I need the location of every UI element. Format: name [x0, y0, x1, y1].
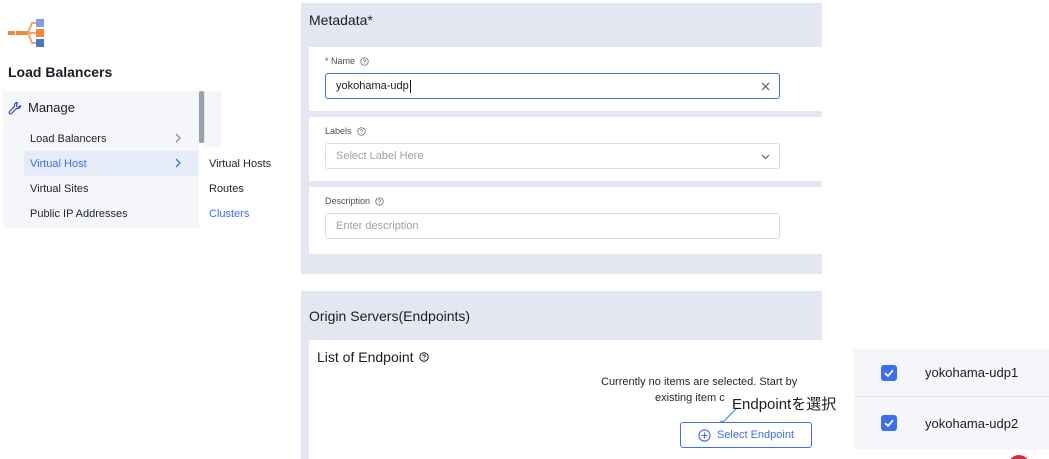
question-circle-icon[interactable]: [356, 126, 366, 136]
nav-item-label: Public IP Addresses: [30, 207, 128, 220]
name-input-value: yokohama-udp: [336, 80, 409, 92]
list-item-label: yokohama-udp2: [925, 415, 1019, 431]
question-circle-icon[interactable]: [375, 196, 384, 206]
plus-circle-icon: [698, 428, 711, 442]
chevron-right-icon: [175, 133, 181, 143]
checkbox[interactable]: [881, 415, 897, 431]
labels-card: Labels Select Label Here: [309, 117, 822, 181]
list-item-label: yokohama-udp1: [925, 365, 1019, 380]
name-label: * Name: [325, 56, 369, 66]
virtual-host-submenu: Virtual Hosts Routes Clusters: [199, 148, 283, 228]
endpoint-list-title-text: List of Endpoint: [317, 349, 414, 365]
metadata-section-title: Metadata*: [309, 12, 373, 28]
submenu-item-clusters[interactable]: Clusters: [209, 208, 249, 220]
submenu-item-routes[interactable]: Routes: [209, 183, 244, 195]
check-icon: [884, 369, 894, 377]
nav-item-public-ip-addresses[interactable]: Public IP Addresses: [24, 201, 198, 226]
name-card: * Name yokohama-udp: [309, 47, 822, 111]
origin-section-title: Origin Servers(Endpoints): [309, 308, 471, 324]
select-endpoint-button[interactable]: Select Endpoint: [680, 422, 812, 448]
labels-label-text: Labels: [325, 126, 352, 136]
endpoint-list-title: List of Endpoint: [317, 349, 429, 365]
wrench-icon: [8, 101, 22, 114]
nav-item-load-balancers[interactable]: Load Balancers: [24, 126, 198, 151]
question-circle-icon[interactable]: [360, 56, 369, 66]
name-label-text: * Name: [325, 56, 356, 66]
notification-badge[interactable]: [1008, 455, 1030, 459]
list-item[interactable]: yokohama-udp1: [854, 349, 1049, 397]
name-input[interactable]: yokohama-udp: [325, 73, 780, 99]
description-card: Description Enter description: [309, 187, 822, 254]
labels-placeholder: Select Label Here: [336, 150, 424, 162]
nav-item-label: Load Balancers: [30, 132, 107, 145]
empty-state-line-1: Currently no items are selected. Start b…: [601, 376, 798, 388]
description-placeholder: Enter description: [336, 220, 419, 232]
description-label: Description: [325, 196, 384, 206]
checkbox[interactable]: [881, 364, 897, 381]
close-icon[interactable]: [760, 81, 771, 92]
endpoint-selection-list: yokohama-udp1 yokohama-udp2: [854, 349, 1049, 449]
section-divider: [301, 274, 822, 291]
nav-section-label: Manage: [28, 100, 75, 115]
nav-item-label: Virtual Sites: [30, 182, 89, 195]
list-item[interactable]: yokohama-udp2: [854, 399, 1049, 447]
question-circle-icon[interactable]: [418, 352, 429, 362]
description-label-text: Description: [325, 196, 371, 206]
chevron-down-icon[interactable]: [760, 151, 771, 162]
select-endpoint-label: Select Endpoint: [716, 429, 795, 441]
empty-state-line-2: existing item c: [655, 392, 725, 404]
app-title: Load Balancers: [8, 64, 113, 80]
submenu-item-virtual-hosts[interactable]: Virtual Hosts: [209, 158, 271, 170]
nav-item-virtual-host[interactable]: Virtual Host: [24, 151, 198, 176]
labels-label: Labels: [325, 126, 366, 136]
nav-item-virtual-sites[interactable]: Virtual Sites: [24, 176, 198, 201]
load-balancer-logo: [8, 19, 44, 47]
nav-item-label: Virtual Host: [30, 157, 87, 170]
labels-select[interactable]: Select Label Here: [325, 143, 780, 169]
text-cursor: [409, 79, 411, 93]
nav-rail: [204, 91, 222, 147]
annotation-callout: Endpointを選択: [731, 393, 838, 414]
chevron-right-icon: [175, 158, 181, 168]
check-icon: [884, 419, 894, 428]
description-input[interactable]: Enter description: [325, 213, 780, 239]
nav-section-manage[interactable]: Manage: [8, 100, 75, 115]
